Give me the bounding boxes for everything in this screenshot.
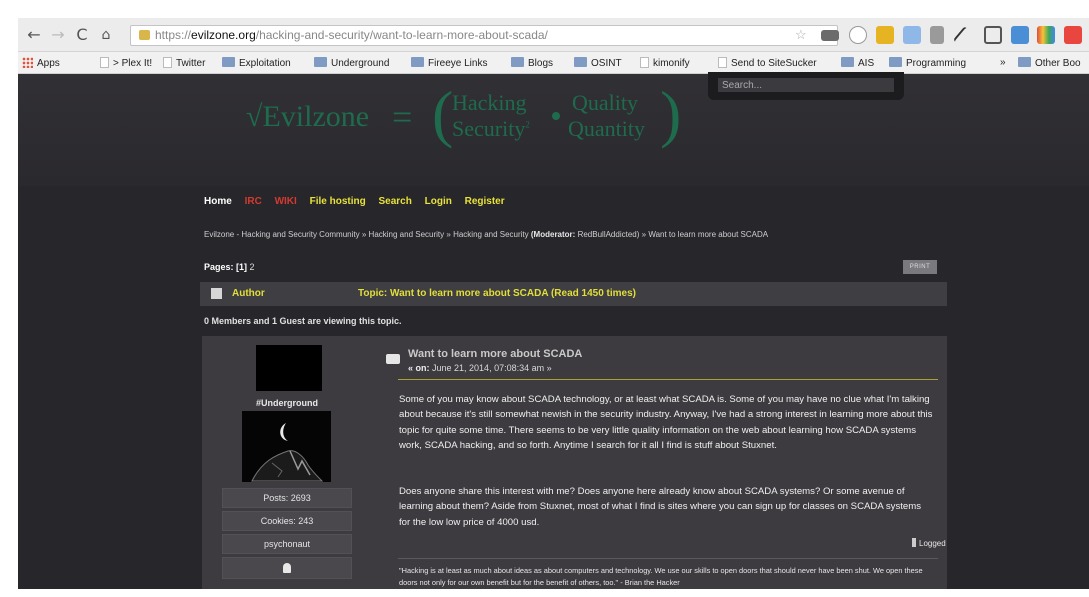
extension-icon[interactable] xyxy=(903,26,921,44)
forum-post: #Underground Posts: 2693 Cookies: 243 ps… xyxy=(202,336,947,589)
bookmark-fireeye-links[interactable]: Fireeye Links xyxy=(411,57,487,69)
breadcrumb-community[interactable]: Evilzone - Hacking and Security Communit… xyxy=(204,230,360,239)
extension-icon[interactable] xyxy=(930,26,944,44)
logged-indicator: Logged xyxy=(912,538,946,548)
profile-button[interactable] xyxy=(222,557,352,579)
main-content: Home IRC WIKI File hosting Search Login … xyxy=(18,186,1089,589)
site-header: √Evilzone = ( Hacking Security2 Quality … xyxy=(18,72,1089,186)
page-icon xyxy=(640,57,649,68)
folder-icon xyxy=(841,57,854,67)
folder-icon xyxy=(314,57,327,67)
search-input[interactable] xyxy=(718,78,894,92)
bookmark-underground[interactable]: Underground xyxy=(314,57,389,69)
bookmarks-overflow-chevron[interactable]: » xyxy=(1000,57,1006,68)
apps-grid-icon xyxy=(22,57,33,68)
url-domain: evilzone.org xyxy=(191,28,256,42)
url-path: /hacking-and-security/want-to-learn-more… xyxy=(255,28,548,42)
extension-icon[interactable] xyxy=(821,30,839,41)
folder-icon xyxy=(889,57,902,67)
nav-login[interactable]: Login xyxy=(425,196,452,207)
folder-icon xyxy=(1018,57,1031,67)
bookmark-other-bookmarks[interactable]: Other Boo xyxy=(1018,57,1081,69)
nav-irc[interactable]: IRC xyxy=(245,196,262,207)
back-arrow-icon[interactable]: ← xyxy=(24,25,44,45)
extension-icon[interactable] xyxy=(1011,26,1029,44)
post-count: Posts: 2693 xyxy=(222,488,352,508)
bookmark-programming[interactable]: Programming xyxy=(889,57,966,69)
bookmark-blogs[interactable]: Blogs xyxy=(511,57,553,69)
url-protocol: https:// xyxy=(155,28,192,42)
reload-icon[interactable]: C xyxy=(72,25,92,45)
browser-toolbar: ← → C ⌂ https://evilzone.org/hacking-and… xyxy=(18,18,1089,52)
nav-home[interactable]: Home xyxy=(204,196,232,207)
site-search-box xyxy=(708,72,904,100)
folder-icon xyxy=(511,57,524,67)
nav-search[interactable]: Search xyxy=(378,196,411,207)
nav-wiki[interactable]: WIKI xyxy=(275,196,297,207)
member-group-image xyxy=(256,345,322,391)
page-link-2[interactable]: 2 xyxy=(250,262,255,272)
moderator-label: (Moderator: xyxy=(530,230,576,239)
extension-icon[interactable] xyxy=(952,26,970,44)
bookmark-osint[interactable]: OSINT xyxy=(574,57,622,69)
bookmark-exploitation[interactable]: Exploitation xyxy=(222,57,291,69)
bookmarks-bar: Apps > Plex It! Twitter Exploitation Und… xyxy=(18,52,1089,74)
top-navigation: Home IRC WIKI File hosting Search Login … xyxy=(204,196,515,207)
moderator-name[interactable]: RedBullAddicted) xyxy=(578,230,640,239)
pagination: Pages: [1] 2 xyxy=(204,262,255,272)
pages-label: Pages: xyxy=(204,262,234,272)
forward-arrow-icon[interactable]: → xyxy=(48,25,68,45)
post-paragraph-2: Does anyone share this interest with me?… xyxy=(399,486,922,528)
post-paragraph-1: Some of you may know about SCADA technol… xyxy=(399,394,933,452)
user-profile-icon xyxy=(283,563,291,573)
post-signature: "Hacking is at least as much about ideas… xyxy=(399,566,923,587)
bookmark-plex-it[interactable]: > Plex It! xyxy=(100,57,152,69)
extension-icon[interactable] xyxy=(1037,26,1055,44)
address-bar[interactable]: https://evilzone.org/hacking-and-securit… xyxy=(130,25,838,46)
extension-icon[interactable] xyxy=(984,26,1002,44)
signature-divider xyxy=(398,558,938,559)
print-button[interactable]: PRINT xyxy=(903,260,937,274)
bookmark-twitter[interactable]: Twitter xyxy=(163,57,205,69)
home-icon[interactable]: ⌂ xyxy=(96,25,116,45)
avatar[interactable] xyxy=(242,411,331,482)
post-date: « on: June 21, 2014, 07:08:34 am » xyxy=(408,363,552,373)
page-icon xyxy=(100,57,109,68)
page-icon xyxy=(163,57,172,68)
breadcrumb-subboard[interactable]: Hacking and Security xyxy=(453,230,529,239)
topic-title-label: Topic: Want to learn more about SCADA (R… xyxy=(358,288,637,299)
breadcrumb-topic[interactable]: Want to learn more about SCADA xyxy=(648,230,768,239)
member-group-name: #Underground xyxy=(256,398,318,408)
topic-icon xyxy=(211,288,222,299)
bookmark-kimonify[interactable]: kimonify xyxy=(640,57,690,69)
topic-header-bar: Author Topic: Want to learn more about S… xyxy=(200,282,947,306)
folder-icon xyxy=(411,57,424,67)
bookmark-send-to-sitesucker[interactable]: Send to SiteSucker xyxy=(718,57,817,69)
bookmark-ais[interactable]: AIS xyxy=(841,57,874,69)
extension-icon[interactable] xyxy=(849,26,867,44)
post-message-icon xyxy=(386,354,400,364)
extension-icon[interactable] xyxy=(876,26,894,44)
post-title[interactable]: Want to learn more about SCADA xyxy=(408,348,582,360)
viewers-info: 0 Members and 1 Guest are viewing this t… xyxy=(204,316,402,326)
browser-window: ← → C ⌂ https://evilzone.org/hacking-and… xyxy=(18,18,1089,589)
username[interactable]: psychonaut xyxy=(222,534,352,554)
bookmark-star-icon[interactable]: ☆ xyxy=(795,27,807,43)
nav-file-hosting[interactable]: File hosting xyxy=(310,196,366,207)
nav-register[interactable]: Register xyxy=(465,196,505,207)
cookie-count: Cookies: 243 xyxy=(222,511,352,531)
lock-icon xyxy=(139,30,150,40)
folder-icon xyxy=(222,57,235,67)
page-current: [1] xyxy=(236,262,248,272)
bookmark-apps[interactable]: Apps xyxy=(22,57,60,69)
page-icon xyxy=(718,57,727,68)
post-divider xyxy=(398,379,938,380)
extension-icon[interactable] xyxy=(1064,26,1082,44)
breadcrumb: Evilzone - Hacking and Security Communit… xyxy=(204,230,769,239)
breadcrumb-board[interactable]: Hacking and Security xyxy=(369,230,445,239)
folder-icon xyxy=(574,57,587,67)
author-column-label: Author xyxy=(232,288,265,299)
